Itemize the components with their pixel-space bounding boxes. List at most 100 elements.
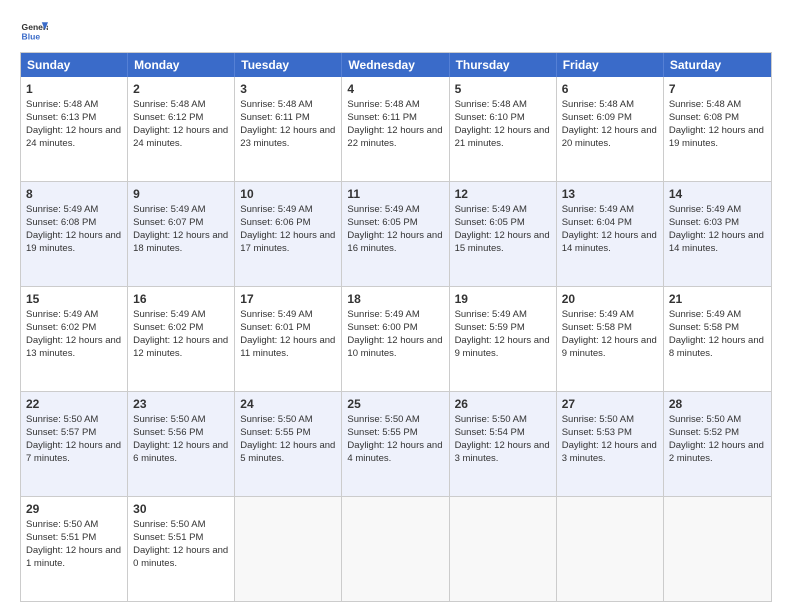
day-number: 12 [455, 186, 551, 202]
daylight-text: Daylight: 12 hours and 7 minutes. [26, 440, 122, 466]
daylight-text: Daylight: 12 hours and 3 minutes. [455, 440, 551, 466]
day-number: 29 [26, 501, 122, 517]
sunset-text: Sunset: 6:13 PM [26, 112, 122, 125]
day-number: 24 [240, 396, 336, 412]
calendar-cell: 29Sunrise: 5:50 AMSunset: 5:51 PMDayligh… [21, 497, 128, 601]
daylight-text: Daylight: 12 hours and 13 minutes. [26, 335, 122, 361]
sunrise-text: Sunrise: 5:49 AM [455, 309, 551, 322]
sunrise-text: Sunrise: 5:50 AM [347, 414, 443, 427]
sunset-text: Sunset: 5:58 PM [669, 322, 766, 335]
sunrise-text: Sunrise: 5:50 AM [133, 414, 229, 427]
calendar-cell [557, 497, 664, 601]
day-number: 13 [562, 186, 658, 202]
sunrise-text: Sunrise: 5:49 AM [26, 309, 122, 322]
day-number: 23 [133, 396, 229, 412]
day-number: 17 [240, 291, 336, 307]
calendar-row-2: 8Sunrise: 5:49 AMSunset: 6:08 PMDaylight… [21, 181, 771, 286]
day-number: 5 [455, 81, 551, 97]
sunrise-text: Sunrise: 5:49 AM [669, 309, 766, 322]
sunset-text: Sunset: 5:57 PM [26, 427, 122, 440]
daylight-text: Daylight: 12 hours and 1 minute. [26, 545, 122, 571]
header-day-wednesday: Wednesday [342, 53, 449, 77]
day-number: 26 [455, 396, 551, 412]
calendar-cell: 8Sunrise: 5:49 AMSunset: 6:08 PMDaylight… [21, 182, 128, 286]
sunset-text: Sunset: 6:02 PM [133, 322, 229, 335]
sunset-text: Sunset: 6:06 PM [240, 217, 336, 230]
day-number: 11 [347, 186, 443, 202]
calendar-cell: 18Sunrise: 5:49 AMSunset: 6:00 PMDayligh… [342, 287, 449, 391]
day-number: 14 [669, 186, 766, 202]
calendar-row-5: 29Sunrise: 5:50 AMSunset: 5:51 PMDayligh… [21, 496, 771, 601]
page: General Blue SundayMondayTuesdayWednesda… [0, 0, 792, 612]
daylight-text: Daylight: 12 hours and 4 minutes. [347, 440, 443, 466]
calendar-cell: 1Sunrise: 5:48 AMSunset: 6:13 PMDaylight… [21, 77, 128, 181]
daylight-text: Daylight: 12 hours and 21 minutes. [455, 125, 551, 151]
sunset-text: Sunset: 6:02 PM [26, 322, 122, 335]
sunset-text: Sunset: 6:08 PM [26, 217, 122, 230]
sunset-text: Sunset: 5:53 PM [562, 427, 658, 440]
calendar: SundayMondayTuesdayWednesdayThursdayFrid… [20, 52, 772, 602]
day-number: 15 [26, 291, 122, 307]
daylight-text: Daylight: 12 hours and 8 minutes. [669, 335, 766, 361]
daylight-text: Daylight: 12 hours and 12 minutes. [133, 335, 229, 361]
sunset-text: Sunset: 5:59 PM [455, 322, 551, 335]
day-number: 9 [133, 186, 229, 202]
sunrise-text: Sunrise: 5:48 AM [669, 99, 766, 112]
sunrise-text: Sunrise: 5:48 AM [240, 99, 336, 112]
sunrise-text: Sunrise: 5:49 AM [347, 309, 443, 322]
daylight-text: Daylight: 12 hours and 2 minutes. [669, 440, 766, 466]
calendar-cell: 15 Sunrise: 5:49 AMSunset: 6:02 PMDayligh… [21, 287, 128, 391]
sunrise-text: Sunrise: 5:50 AM [26, 414, 122, 427]
calendar-cell [235, 497, 342, 601]
sunrise-text: Sunrise: 5:50 AM [26, 519, 122, 532]
sunset-text: Sunset: 6:10 PM [455, 112, 551, 125]
calendar-cell: 12Sunrise: 5:49 AMSunset: 6:05 PMDayligh… [450, 182, 557, 286]
header-day-tuesday: Tuesday [235, 53, 342, 77]
daylight-text: Daylight: 12 hours and 23 minutes. [240, 125, 336, 151]
calendar-cell: 27Sunrise: 5:50 AMSunset: 5:53 PMDayligh… [557, 392, 664, 496]
calendar-row-3: 15Sunrise: 5:49 AMSunset: 6:02 PMDayligh… [21, 286, 771, 391]
sunset-text: Sunset: 6:09 PM [562, 112, 658, 125]
sunrise-text: Sunrise: 5:50 AM [133, 519, 229, 532]
calendar-cell: 4Sunrise: 5:48 AMSunset: 6:11 PMDaylight… [342, 77, 449, 181]
day-number: 2 [133, 81, 229, 97]
sunset-text: Sunset: 5:55 PM [240, 427, 336, 440]
day-number: 3 [240, 81, 336, 97]
daylight-text: Daylight: 12 hours and 16 minutes. [347, 230, 443, 256]
calendar-cell: 11Sunrise: 5:49 AMSunset: 6:05 PMDayligh… [342, 182, 449, 286]
day-number: 28 [669, 396, 766, 412]
day-number: 16 [133, 291, 229, 307]
header-day-saturday: Saturday [664, 53, 771, 77]
header-day-monday: Monday [128, 53, 235, 77]
sunset-text: Sunset: 6:03 PM [669, 217, 766, 230]
daylight-text: Daylight: 12 hours and 9 minutes. [455, 335, 551, 361]
sunrise-text: Sunrise: 5:49 AM [240, 204, 336, 217]
calendar-cell [342, 497, 449, 601]
day-number: 25 [347, 396, 443, 412]
calendar-body: 1 Sunrise: 5:48 AM Sunset: 6:13 PM Daylight… [21, 77, 771, 601]
daylight-text: Daylight: 12 hours and 17 minutes. [240, 230, 336, 256]
sunset-text: Sunset: 6:07 PM [133, 217, 229, 230]
calendar-cell: 2Sunrise: 5:48 AMSunset: 6:12 PMDaylight… [128, 77, 235, 181]
sunrise-text: Sunrise: 5:48 AM [562, 99, 658, 112]
calendar-cell: 30Sunrise: 5:50 AMSunset: 5:51 PMDayligh… [128, 497, 235, 601]
day-number: 1 [26, 81, 122, 97]
sunset-text: Sunset: 5:55 PM [347, 427, 443, 440]
sunrise-text: Sunrise: 5:49 AM [455, 204, 551, 217]
header-day-thursday: Thursday [450, 53, 557, 77]
sunrise-text: Sunrise: 5:49 AM [133, 309, 229, 322]
sunrise-text: Sunrise: 5:49 AM [26, 204, 122, 217]
sunrise-text: Sunrise: 5:49 AM [562, 309, 658, 322]
day-number: 21 [669, 291, 766, 307]
calendar-cell: 10Sunrise: 5:49 AMSunset: 6:06 PMDayligh… [235, 182, 342, 286]
daylight-text: Daylight: 12 hours and 5 minutes. [240, 440, 336, 466]
sunset-text: Sunset: 6:00 PM [347, 322, 443, 335]
calendar-row-4: 22Sunrise: 5:50 AMSunset: 5:57 PMDayligh… [21, 391, 771, 496]
sunrise-text: Sunrise: 5:48 AM [133, 99, 229, 112]
day-number: 4 [347, 81, 443, 97]
sunset-text: Sunset: 6:11 PM [347, 112, 443, 125]
calendar-cell: 13Sunrise: 5:49 AMSunset: 6:04 PMDayligh… [557, 182, 664, 286]
calendar-cell: 22Sunrise: 5:50 AMSunset: 5:57 PMDayligh… [21, 392, 128, 496]
sunset-text: Sunset: 6:05 PM [455, 217, 551, 230]
day-number: 8 [26, 186, 122, 202]
